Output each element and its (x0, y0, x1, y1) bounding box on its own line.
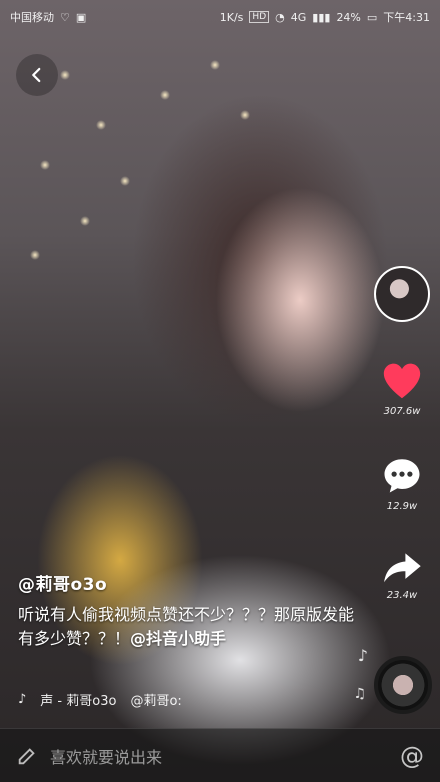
author-avatar[interactable] (374, 266, 430, 322)
music-disc[interactable] (374, 656, 432, 714)
comment-count: 12.9w (386, 501, 418, 512)
tiktok-logo-icon: ♪ (18, 692, 27, 707)
network-type: 4G (290, 10, 307, 24)
share-icon (384, 553, 421, 583)
image-icon: ▣ (75, 10, 87, 24)
health-icon: ♡ (60, 10, 70, 24)
music-label: 声 - 莉哥o3o (40, 694, 117, 709)
comment-input[interactable]: 喜欢就要说出来 (50, 744, 400, 768)
action-rail: 307.6w 12.9w 23.4w (374, 266, 430, 601)
music-note-icon: ♫ (353, 686, 366, 702)
heart-icon (383, 363, 421, 399)
comment-button[interactable]: 12.9w (381, 455, 423, 512)
back-icon (32, 67, 41, 83)
share-count: 23.4w (386, 590, 418, 601)
battery-percent: 24% (336, 10, 361, 24)
caption-text: 听说有人偷我视频点赞还不少？？？那原版发能有多少赞？？！@抖音小助手 (18, 603, 358, 651)
caption-mention[interactable]: @抖音小助手 (130, 629, 226, 648)
like-button[interactable]: 307.6w (380, 360, 424, 417)
like-count: 307.6w (383, 406, 421, 417)
comment-bar: 喜欢就要说出来 @ (0, 728, 440, 782)
wifi-icon: ◔ (275, 10, 285, 24)
status-bar: 中国移动 ♡ ▣ 1K/s HD ◔ 4G ▮▮▮ 24% ▭ 下午4:31 (0, 0, 440, 34)
back-button[interactable] (16, 54, 58, 96)
hd-badge: HD (249, 11, 270, 23)
music-label-scroll: @莉哥o: (130, 694, 182, 709)
signal-icon: ▮▮▮ (312, 10, 331, 24)
battery-icon: ▭ (366, 10, 378, 24)
carrier-label: 中国移动 (10, 11, 54, 24)
music-note-icon: ♪ (357, 646, 368, 665)
comment-icon (384, 459, 420, 493)
author-name[interactable]: @莉哥o3o (18, 570, 358, 595)
caption-block: @莉哥o3o 听说有人偷我视频点赞还不少？？？那原版发能有多少赞？？！@抖音小助… (18, 570, 358, 651)
music-info[interactable]: ♪ 声 - 莉哥o3o @莉哥o: (18, 690, 182, 709)
share-button[interactable]: 23.4w (381, 550, 423, 601)
pencil-icon (18, 747, 35, 764)
clock: 下午4:31 (383, 11, 430, 24)
at-icon[interactable]: @ (400, 742, 424, 770)
network-speed: 1K/s (219, 10, 244, 24)
